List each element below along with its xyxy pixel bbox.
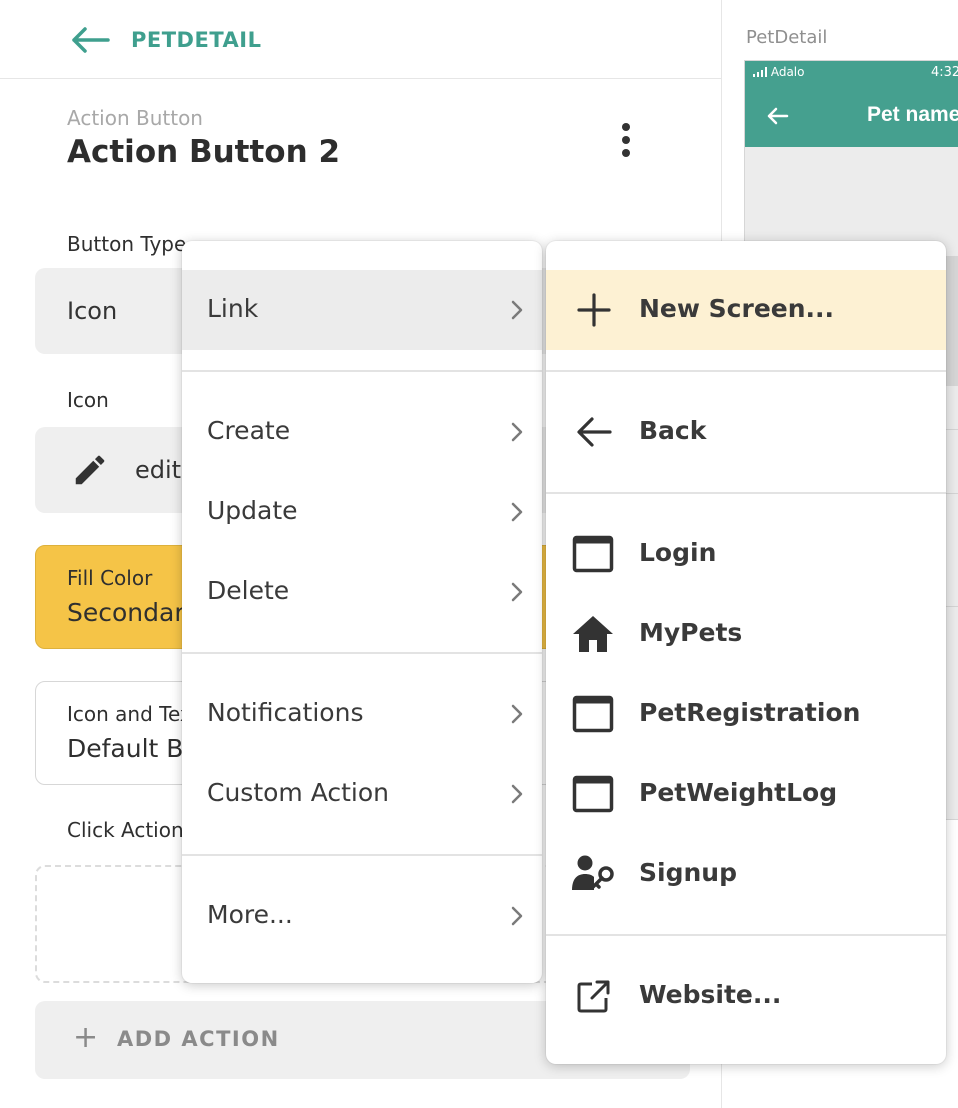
icon-text-color-value: Default Bl <box>67 734 191 763</box>
chevron-right-icon <box>511 906 523 926</box>
submenu-item-label: PetRegistration <box>639 698 861 727</box>
image-placeholder <box>945 256 958 386</box>
submenu-item-label: New Screen... <box>639 294 835 323</box>
submenu-item-website[interactable]: Website... <box>546 956 946 1036</box>
component-type-label: Action Button <box>67 106 203 130</box>
add-action-label: ADD ACTION <box>117 1027 280 1051</box>
home-icon <box>573 616 613 652</box>
fill-color-value: Secondary <box>67 598 200 627</box>
action-type-menu: Link Create Update Delete Notifications … <box>182 241 542 983</box>
menu-item-label: Create <box>207 416 291 445</box>
menu-divider <box>182 652 542 654</box>
screen-title[interactable]: PETDETAIL <box>131 28 261 52</box>
user-key-icon <box>572 855 614 890</box>
submenu-item-label: PetWeightLog <box>639 778 838 807</box>
chevron-right-icon <box>511 502 523 522</box>
menu-item-notifications[interactable]: Notifications <box>182 674 542 754</box>
submenu-item-label: Signup <box>639 858 737 887</box>
menu-item-link[interactable]: Link <box>182 270 542 350</box>
chevron-right-icon <box>511 582 523 602</box>
divider <box>945 606 958 607</box>
menu-item-label: Custom Action <box>207 778 390 807</box>
submenu-item-label: MyPets <box>639 618 743 647</box>
menu-item-create[interactable]: Create <box>182 392 542 472</box>
menu-divider <box>546 934 946 936</box>
preview-screen-label: PetDetail <box>746 27 828 48</box>
window-icon <box>572 535 614 573</box>
icon-value: edit <box>135 456 182 484</box>
back-arrow-icon[interactable] <box>70 26 110 54</box>
menu-divider <box>546 370 946 372</box>
chevron-right-icon <box>511 704 523 724</box>
menu-item-update[interactable]: Update <box>182 472 542 552</box>
phone-status-bar: Adalo 4:32 <box>745 61 958 85</box>
arrow-left-icon <box>577 417 612 447</box>
chevron-right-icon <box>511 422 523 442</box>
component-name[interactable]: Action Button 2 <box>67 134 340 170</box>
menu-item-label: Update <box>207 496 298 525</box>
chevron-right-icon <box>511 784 523 804</box>
more-vert-icon[interactable] <box>612 120 640 160</box>
click-actions-label: Click Actions <box>67 818 195 842</box>
submenu-item-petregistration[interactable]: PetRegistration <box>546 674 946 754</box>
menu-item-custom-action[interactable]: Custom Action <box>182 754 542 834</box>
submenu-item-new-screen[interactable]: New Screen... <box>546 270 946 350</box>
menu-item-delete[interactable]: Delete <box>182 552 542 632</box>
signal-icon <box>753 67 767 77</box>
menu-item-label: Link <box>207 294 259 323</box>
window-icon <box>572 775 614 813</box>
menu-divider <box>182 370 542 372</box>
divider <box>945 493 958 494</box>
menu-item-label: More... <box>207 900 293 929</box>
external-link-icon <box>577 980 610 1013</box>
divider <box>945 429 958 430</box>
link-submenu: New Screen... Back Login MyPets PetRegis… <box>546 241 946 1064</box>
fill-color-label: Fill Color <box>67 566 153 590</box>
submenu-item-label: Website... <box>639 980 782 1009</box>
phone-app-header: Pet name's <box>745 85 958 147</box>
plus-icon <box>577 293 611 327</box>
panel-topbar: PETDETAIL <box>0 0 722 79</box>
submenu-item-label: Back <box>639 416 707 445</box>
button-type-value: Icon <box>67 297 118 325</box>
carrier-label: Adalo <box>753 65 804 79</box>
phone-header-title: Pet name's <box>867 103 958 126</box>
back-arrow-icon <box>765 103 791 129</box>
submenu-item-mypets[interactable]: MyPets <box>546 594 946 674</box>
menu-item-label: Notifications <box>207 698 364 727</box>
submenu-item-signup[interactable]: Signup <box>546 834 946 914</box>
submenu-item-label: Login <box>639 538 717 567</box>
menu-divider <box>546 492 946 494</box>
submenu-item-petweightlog[interactable]: PetWeightLog <box>546 754 946 834</box>
icon-label: Icon <box>67 388 109 412</box>
submenu-item-back[interactable]: Back <box>546 392 946 472</box>
button-type-label: Button Type <box>67 232 187 256</box>
menu-divider <box>182 854 542 856</box>
plus-icon: + <box>73 1020 99 1055</box>
window-icon <box>572 695 614 733</box>
pencil-icon <box>71 451 109 489</box>
menu-item-more[interactable]: More... <box>182 876 542 956</box>
carrier-name: Adalo <box>770 65 805 79</box>
chevron-right-icon <box>511 300 523 320</box>
menu-item-label: Delete <box>207 576 290 605</box>
submenu-item-login[interactable]: Login <box>546 514 946 594</box>
status-time: 4:32 <box>931 65 958 80</box>
